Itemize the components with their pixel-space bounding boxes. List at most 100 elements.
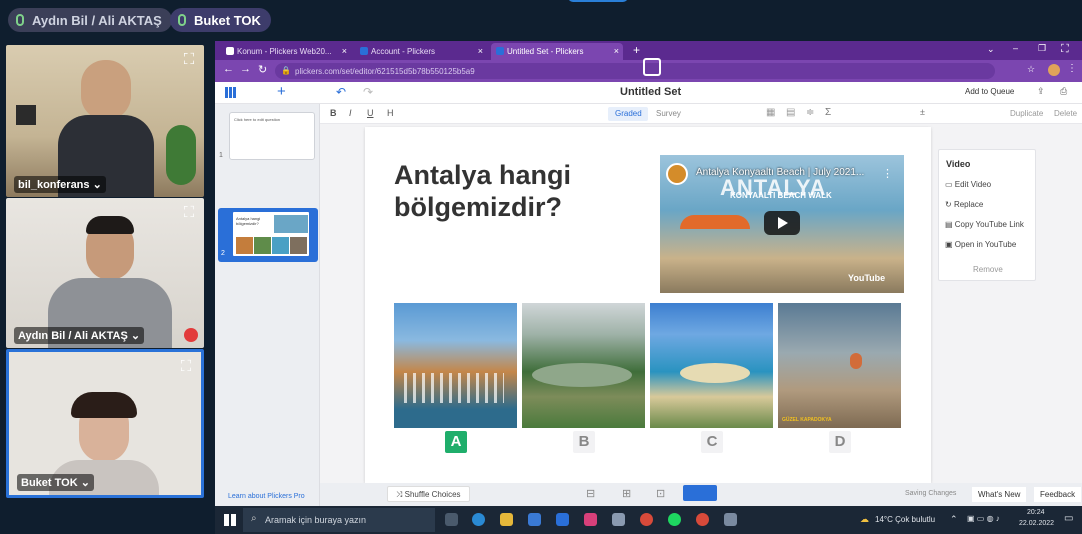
chrome-icon[interactable] <box>696 513 709 526</box>
expand-icon[interactable]: ⛶ <box>180 204 198 222</box>
reload-icon[interactable]: ↻ <box>258 63 267 76</box>
clock-time[interactable]: 20:24 <box>1027 509 1045 516</box>
minimize-icon[interactable]: – <box>1013 43 1018 53</box>
camera-icon[interactable] <box>724 513 737 526</box>
play-button[interactable] <box>764 211 800 235</box>
graded-toggle[interactable]: Graded <box>615 109 642 118</box>
back-icon[interactable]: ← <box>223 63 234 75</box>
delete-button[interactable]: Delete <box>1054 109 1077 118</box>
forward-icon[interactable]: → <box>240 63 251 75</box>
youtube-video-embed[interactable]: Antalya Konyaaltı Beach | July 2021... ⋮… <box>660 155 904 293</box>
open-youtube-option[interactable]: ▣ Open in YouTube <box>945 240 1016 249</box>
edge-icon[interactable] <box>472 513 485 526</box>
close-icon[interactable]: × <box>478 46 483 56</box>
new-tab-button[interactable]: + <box>633 43 640 57</box>
browser-tab[interactable]: Account - Plickers × <box>355 43 487 60</box>
whats-new-button[interactable]: What's New <box>972 487 1027 502</box>
browser-tab[interactable]: Konum - Plickers Web20... × <box>221 43 351 60</box>
choice-image-a[interactable] <box>394 303 517 428</box>
layout-option-icon[interactable]: ⊟ <box>586 487 595 500</box>
slide-thumbnail-1[interactable]: Click here to edit question <box>229 112 315 160</box>
close-icon[interactable]: × <box>614 46 619 56</box>
participant-video-1[interactable]: ⛶ bil_konferans ⌄ <box>6 45 204 197</box>
choice-image-b[interactable] <box>522 303 645 428</box>
youtube-logo[interactable]: YouTube <box>848 273 885 283</box>
copy-link-option[interactable]: ▤ Copy YouTube Link <box>945 220 1024 229</box>
align-icon[interactable]: ≑ <box>806 107 814 118</box>
windows-start-icon[interactable] <box>224 514 236 526</box>
italic-button[interactable]: I <box>349 108 352 118</box>
math-icon[interactable]: ± <box>920 107 925 117</box>
redo-icon[interactable]: ↷ <box>363 85 373 99</box>
learn-pro-link[interactable]: Learn about Plickers Pro <box>228 493 305 500</box>
shuffle-choices-button[interactable]: ⤨ Shuffle Choices <box>387 486 470 502</box>
feedback-button[interactable]: Feedback <box>1034 487 1082 502</box>
remove-option[interactable]: Remove <box>973 265 1003 274</box>
layout-icon[interactable]: ▤ <box>786 107 795 118</box>
participant-video-2[interactable]: ⛶ Aydın Bil / Ali AKTAŞ ⌄ <box>6 198 204 348</box>
bold-button[interactable]: B <box>330 108 337 118</box>
layout-option-icon[interactable]: ⊞ <box>622 487 631 500</box>
spotify-icon[interactable] <box>668 513 681 526</box>
layout-icon[interactable]: ▦ <box>766 107 775 118</box>
tab-search-icon[interactable]: ⌄ <box>987 44 995 55</box>
browser-tab-active[interactable]: Untitled Set - Plickers × <box>491 43 623 60</box>
thumb-img <box>272 237 289 254</box>
instagram-icon[interactable] <box>584 513 597 526</box>
choice-letter-c[interactable]: C <box>701 431 723 453</box>
chrome-icon[interactable] <box>640 513 653 526</box>
survey-toggle[interactable]: Survey <box>656 109 681 118</box>
taskbar-search-box[interactable]: ⌕ Aramak için buraya yazın <box>243 508 435 532</box>
clock-date[interactable]: 22.02.2022 <box>1019 520 1054 527</box>
tab-label: Konum - Plickers Web20... <box>237 47 332 56</box>
participant-name[interactable]: bil_konferans ⌄ <box>14 176 106 193</box>
file-explorer-icon[interactable] <box>500 513 513 526</box>
choice-image-d[interactable]: GÜZEL KAPADOKYA <box>778 303 901 428</box>
speaker-pill-2[interactable]: Buket TOK <box>170 8 271 32</box>
duplicate-button[interactable]: Duplicate <box>1010 109 1043 118</box>
participant-name[interactable]: Aydın Bil / Ali AKTAŞ ⌄ <box>14 327 145 344</box>
share-icon[interactable]: ⇪ <box>1037 86 1045 97</box>
maximize-icon[interactable]: ❐ <box>1038 43 1046 54</box>
task-view-icon[interactable] <box>445 513 458 526</box>
choice-letter-a[interactable]: A <box>445 431 467 453</box>
heading-button[interactable]: H <box>387 108 394 118</box>
participant-video-3[interactable]: ⛶ Buket TOK ⌄ <box>6 349 204 498</box>
choice-image-c[interactable] <box>650 303 773 428</box>
layout-option-selected[interactable] <box>683 485 717 501</box>
choice-letter-d[interactable]: D <box>829 431 851 453</box>
choice-letter-b[interactable]: B <box>573 431 595 453</box>
browser-menu-icon[interactable]: ⋮ <box>1067 63 1077 74</box>
undo-icon[interactable]: ↶ <box>336 85 346 99</box>
underline-button[interactable]: U <box>367 108 374 118</box>
expand-icon[interactable]: ⛶ <box>180 51 198 69</box>
profile-avatar[interactable] <box>1048 64 1060 76</box>
notification-icon[interactable]: ▭ <box>1064 513 1073 524</box>
edit-video-option[interactable]: ▭ Edit Video <box>945 180 991 189</box>
sigma-icon[interactable]: Σ <box>825 107 831 118</box>
close-window-icon[interactable]: ⛶ <box>1061 43 1069 56</box>
video-menu-icon[interactable]: ⋮ <box>882 167 893 180</box>
speaker-pill-1[interactable]: Aydın Bil / Ali AKTAŞ <box>8 8 172 32</box>
replace-option[interactable]: ↻ Replace <box>945 200 983 209</box>
expand-icon[interactable]: ⛶ <box>177 358 195 376</box>
grid-menu-icon[interactable] <box>225 87 236 98</box>
screen-share-icon[interactable] <box>643 58 661 76</box>
bookmark-star-icon[interactable]: ☆ <box>1027 64 1035 75</box>
participant-name[interactable]: Buket TOK ⌄ <box>17 474 94 491</box>
add-slide-icon[interactable]: + <box>277 83 286 100</box>
tray-chevron-icon[interactable]: ⌃ <box>950 514 958 525</box>
add-to-queue-button[interactable]: Add to Queue <box>965 87 1014 96</box>
url-field[interactable]: 🔒 plickers.com/set/editor/621515d5b78b55… <box>275 63 995 79</box>
close-icon[interactable]: × <box>342 46 347 56</box>
layout-option-icon[interactable]: ⊡ <box>656 487 665 500</box>
store-icon[interactable] <box>528 513 541 526</box>
print-icon[interactable]: ⎙ <box>1060 86 1067 97</box>
set-title[interactable]: Untitled Set <box>620 86 681 98</box>
mail-icon[interactable] <box>556 513 569 526</box>
question-text[interactable]: Antalya hangi bölgemizdir? <box>394 159 571 223</box>
weather-text[interactable]: 14°C Çok bulutlu <box>875 515 935 524</box>
slide-thumbnail-2[interactable]: Antalya hangi bölgemizdir? <box>231 210 311 258</box>
tray-icons[interactable]: ▣ ▭ ◍ ♪ <box>967 514 1000 523</box>
app-icon[interactable] <box>612 513 625 526</box>
